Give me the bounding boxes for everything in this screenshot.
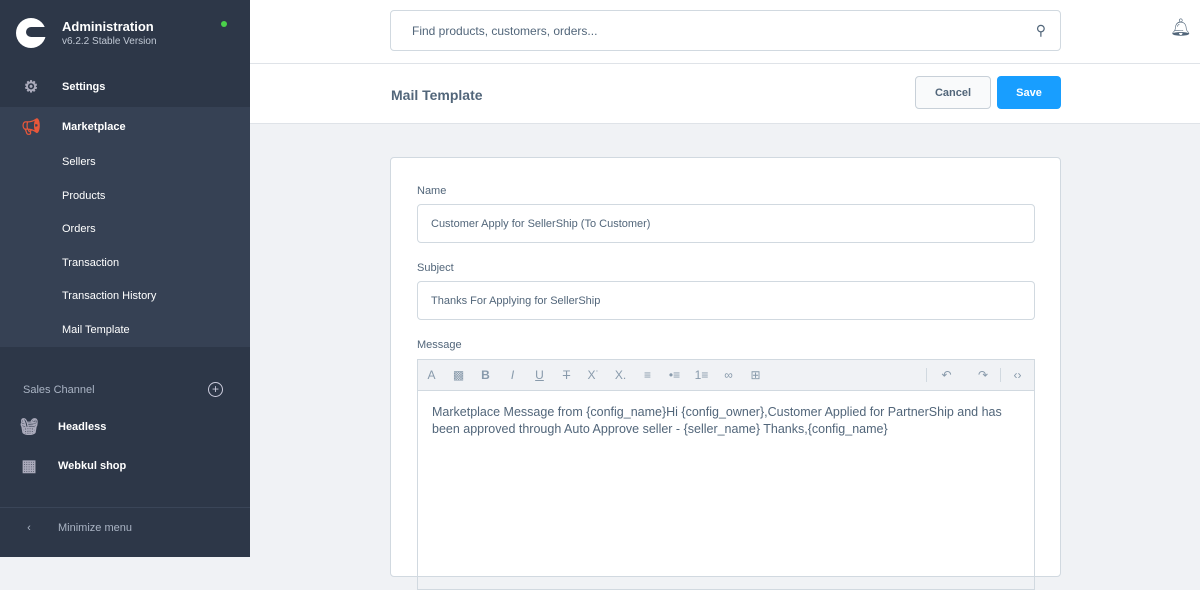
sidebar-item-headless[interactable]: 🧺︎ Headless bbox=[0, 407, 250, 447]
table-icon[interactable]: ⊞ bbox=[742, 368, 769, 382]
message-label: Message bbox=[417, 339, 462, 351]
bold-icon[interactable]: B bbox=[472, 368, 499, 382]
sidebar-item-sellers[interactable]: Sellers bbox=[0, 146, 250, 180]
logo-icon bbox=[16, 18, 46, 48]
page-header: Mail Template Cancel Save bbox=[250, 64, 1200, 124]
search-icon[interactable]: ⚲ bbox=[1036, 22, 1046, 39]
search-input[interactable]: Find products, customers, orders... ⚲ bbox=[390, 10, 1061, 51]
italic-icon[interactable]: I bbox=[499, 368, 526, 382]
name-field[interactable]: Customer Apply for SellerShip (To Custom… bbox=[417, 204, 1035, 243]
add-sales-channel-icon[interactable]: + bbox=[208, 382, 223, 397]
sidebar-item-marketplace[interactable]: 📢︎ Marketplace bbox=[0, 107, 250, 147]
megaphone-icon: 📢︎ bbox=[20, 119, 42, 136]
ordered-list-icon[interactable]: 1≡ bbox=[688, 368, 715, 382]
subject-label: Subject bbox=[417, 262, 454, 274]
editor-toolbar: A ▩ B I U T X˙ X. ≡ •≡ 1≡ ∞ ⊞ ↶ ↷ ‹› bbox=[417, 359, 1035, 390]
subscript-icon[interactable]: X. bbox=[607, 368, 634, 382]
label: Headless bbox=[58, 421, 107, 433]
name-label: Name bbox=[417, 185, 447, 197]
undo-icon[interactable]: ↶ bbox=[926, 368, 966, 382]
storefront-icon: ▦ bbox=[21, 458, 37, 475]
underline-icon[interactable]: U bbox=[526, 368, 553, 382]
sidebar-item-webkul-shop[interactable]: ▦ Webkul shop bbox=[0, 446, 250, 486]
brand: Administration bbox=[62, 19, 154, 34]
sidebar: Administration v6.2.2 Stable Version ⚙ Se… bbox=[0, 0, 250, 557]
gear-icon: ⚙ bbox=[23, 79, 39, 96]
chevron-left-icon: ‹ bbox=[27, 521, 31, 534]
label: Settings bbox=[62, 81, 106, 93]
cancel-button[interactable]: Cancel bbox=[915, 76, 991, 109]
sidebar-item-transaction[interactable]: Transaction bbox=[0, 247, 250, 281]
color-icon[interactable]: ▩ bbox=[445, 368, 472, 382]
align-icon[interactable]: ≡ bbox=[634, 368, 661, 382]
code-view-icon[interactable]: ‹› bbox=[1000, 368, 1034, 382]
label: Minimize menu bbox=[58, 521, 132, 534]
bell-icon[interactable]: 🔔︎ bbox=[1170, 18, 1192, 38]
sidebar-item-transaction-history[interactable]: Transaction History bbox=[0, 280, 250, 314]
label: Marketplace bbox=[62, 121, 126, 133]
save-button[interactable]: Save bbox=[997, 76, 1061, 109]
subject-field[interactable]: Thanks For Applying for SellerShip bbox=[417, 281, 1035, 320]
sidebar-item-mail-template[interactable]: Mail Template bbox=[0, 314, 250, 348]
sidebar-item-settings[interactable]: ⚙ Settings bbox=[0, 67, 250, 107]
status-dot bbox=[221, 21, 227, 27]
mail-template-card: Name Customer Apply for SellerShip (To C… bbox=[390, 157, 1061, 590]
sales-channel-heading: Sales Channel bbox=[23, 384, 95, 396]
redo-icon[interactable]: ↷ bbox=[966, 368, 1000, 382]
topbar: Find products, customers, orders... ⚲ 🔔︎ bbox=[250, 0, 1200, 64]
unordered-list-icon[interactable]: •≡ bbox=[661, 368, 688, 382]
superscript-icon[interactable]: X˙ bbox=[580, 368, 607, 382]
link-icon[interactable]: ∞ bbox=[715, 368, 742, 382]
message-editor[interactable]: Marketplace Message from {config_name}Hi… bbox=[417, 390, 1035, 590]
minimize-menu-button[interactable]: ‹ Minimize menu bbox=[0, 507, 250, 547]
label: Webkul shop bbox=[58, 460, 127, 472]
sidebar-item-products[interactable]: Products bbox=[0, 180, 250, 214]
strikethrough-icon[interactable]: T bbox=[553, 368, 580, 382]
basket-icon: 🧺︎ bbox=[18, 419, 40, 436]
version: v6.2.2 Stable Version bbox=[62, 36, 157, 47]
page-title: Mail Template bbox=[391, 87, 483, 103]
font-icon[interactable]: A bbox=[418, 368, 445, 382]
sidebar-item-orders[interactable]: Orders bbox=[0, 213, 250, 247]
search-placeholder: Find products, customers, orders... bbox=[412, 24, 598, 38]
